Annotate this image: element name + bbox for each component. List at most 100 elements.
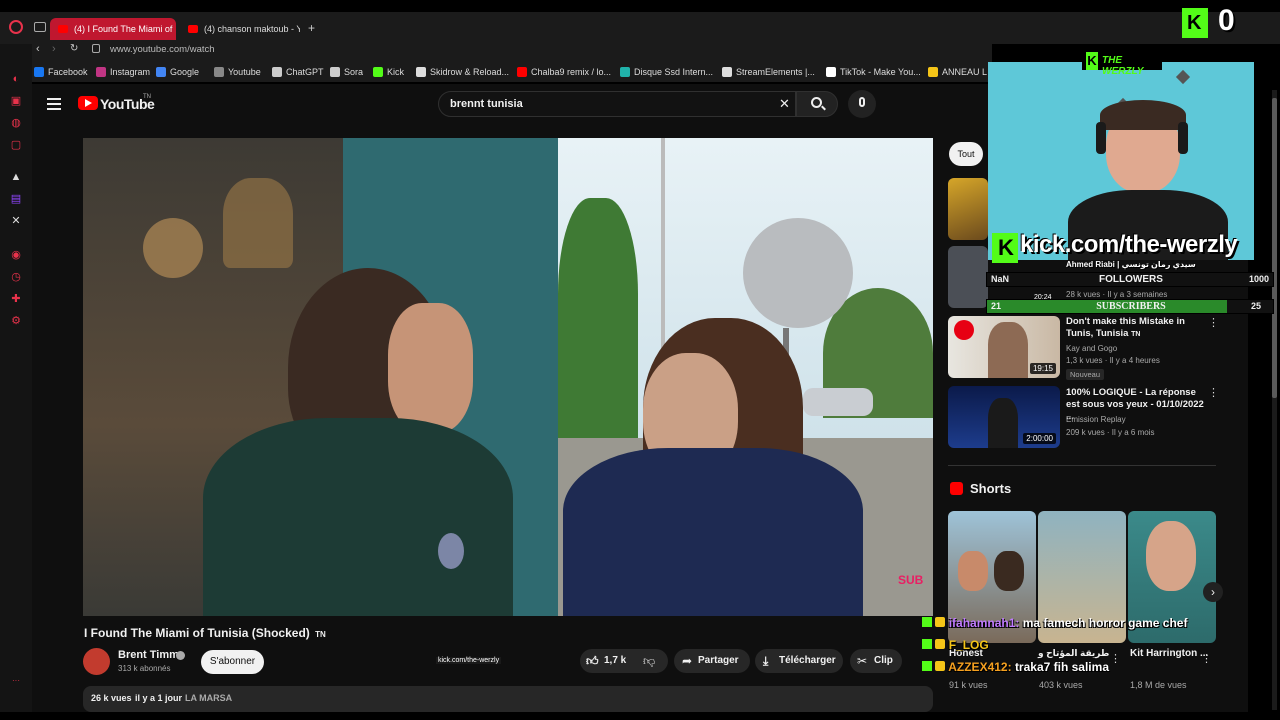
- scrollbar-thumb[interactable]: [1272, 98, 1277, 398]
- kick-url: kick.com/the-werzly: [1020, 231, 1238, 258]
- rec-channel: Ahmed Riabi | سيدي رمان تونسي: [1066, 260, 1196, 269]
- search-icon-handle: [821, 105, 826, 111]
- download-icon: ⤓: [763, 654, 769, 668]
- youtube-logo-icon[interactable]: [78, 96, 98, 110]
- verified-icon: [176, 651, 185, 660]
- sidebar-more-icon[interactable]: ···: [9, 674, 23, 688]
- microphone-icon: [859, 97, 865, 107]
- bookmark-item[interactable]: Skidrow & Reload...: [416, 66, 509, 79]
- video-player[interactable]: SUB: [83, 138, 933, 616]
- aria-icon[interactable]: ◐: [9, 72, 23, 86]
- short-views: 91 k vues: [949, 680, 988, 690]
- kick-logo-icon: K: [1182, 8, 1208, 38]
- short-title[interactable]: Kit Harrington ...: [1130, 648, 1208, 659]
- crown-badge-icon: [935, 661, 946, 671]
- bookmark-item[interactable]: ANNEAU L: [928, 66, 987, 79]
- rec-meta: 1,3 k vues · Il y a 4 heures: [1066, 356, 1160, 365]
- twitch-icon[interactable]: ▤: [9, 192, 23, 206]
- download-label: Télécharger: [779, 655, 836, 666]
- search-button[interactable]: [796, 91, 838, 117]
- thumb-down-icon[interactable]: 👎︎: [643, 654, 655, 669]
- subscribe-button[interactable]: S'abonner: [201, 650, 264, 674]
- new-tab-button[interactable]: +: [308, 21, 315, 35]
- url-field[interactable]: www.youtube.com/watch: [110, 44, 215, 55]
- more-options-icon[interactable]: ⋮: [1208, 386, 1219, 399]
- channel-name[interactable]: Brent Timm: [118, 649, 179, 661]
- history-icon[interactable]: ◷: [9, 270, 23, 284]
- scissors-icon: ✂: [857, 654, 868, 668]
- tab-manager-icon[interactable]: [34, 22, 46, 32]
- decoration-icon: [1175, 69, 1191, 85]
- rec-channel[interactable]: Kay and Gogo: [1066, 343, 1117, 355]
- page-scrollbar[interactable]: [1272, 90, 1277, 710]
- thumb-person: [988, 398, 1018, 448]
- channel-avatar[interactable]: [83, 648, 110, 675]
- opera-logo-icon[interactable]: [9, 20, 23, 34]
- short-views: 403 k vues: [1039, 680, 1083, 690]
- rec-thumbnail[interactable]: 19:15: [948, 316, 1060, 378]
- tunisia-flag-icon: [954, 320, 974, 340]
- description-box[interactable]: 26 k vues il y a 1 jour LA MARSA: [83, 686, 933, 712]
- shorts-next-icon[interactable]: ›: [1203, 582, 1223, 602]
- bookmark-item[interactable]: Instagram: [96, 66, 150, 79]
- bookmark-item[interactable]: Disque Ssd Intern...: [620, 66, 713, 79]
- extensions-icon[interactable]: ✚: [9, 292, 23, 306]
- more-options-icon[interactable]: ⋮: [1208, 316, 1219, 329]
- bookmark-item[interactable]: ChatGPT: [272, 66, 324, 79]
- clear-search-icon[interactable]: ✕: [779, 96, 790, 112]
- bookmark-item[interactable]: Google: [156, 66, 199, 79]
- player-icon[interactable]: ◉: [9, 248, 23, 262]
- share-button[interactable]: ➦ Partager: [674, 649, 750, 673]
- short-title[interactable]: طريقة المؤتاح و: [1038, 648, 1109, 659]
- tab-active[interactable]: (4) I Found The Miami of: [50, 18, 176, 40]
- workspace-icon[interactable]: ▣: [9, 94, 23, 108]
- tab-inactive[interactable]: (4) chanson maktoub - Yo: [180, 18, 300, 40]
- search-input[interactable]: brennt tunisia ✕: [438, 91, 796, 117]
- voice-search-button[interactable]: [848, 90, 876, 118]
- bookmark-favicon-icon: [416, 67, 426, 77]
- forward-arrow-icon[interactable]: ›: [52, 43, 56, 55]
- clip-button[interactable]: ✂ Clip: [850, 649, 902, 673]
- filter-chip-all[interactable]: Tout: [949, 142, 983, 166]
- rec-thumbnail[interactable]: [948, 178, 988, 240]
- bookmark-item[interactable]: StreamElements |...: [722, 66, 815, 79]
- bookmark-item[interactable]: Chalba9 remix / lo...: [517, 66, 611, 79]
- subscribe-watermark[interactable]: SUB: [898, 573, 923, 587]
- x-icon[interactable]: ✕: [9, 214, 23, 228]
- sidebar-app-icon[interactable]: ▲: [9, 170, 23, 184]
- bookmark-item[interactable]: Sora: [330, 66, 363, 79]
- subscribers-goal: 25: [1250, 301, 1261, 311]
- reload-icon[interactable]: ↻: [70, 43, 78, 54]
- video-man-shirt: [203, 418, 513, 616]
- rec-thumbnail[interactable]: [948, 246, 988, 308]
- subscriber-count: 313 k abonnés: [118, 664, 171, 673]
- back-arrow-icon[interactable]: ‹: [36, 43, 40, 55]
- view-count: 26 k vues: [91, 693, 132, 703]
- instagram-icon[interactable]: ▢: [9, 138, 23, 152]
- settings-icon[interactable]: ⚙: [9, 314, 23, 328]
- rec-duration: 2:00:00: [1023, 433, 1056, 444]
- menu-icon[interactable]: [47, 98, 61, 110]
- more-options-icon[interactable]: ⋮: [1110, 652, 1121, 665]
- bookmark-item[interactable]: TikTok - Make You...: [826, 66, 921, 79]
- bookmark-label: Skidrow & Reload...: [430, 67, 510, 77]
- headset-icon: [1178, 122, 1188, 154]
- upload-age: il y a 1 jour: [135, 693, 183, 703]
- rec-meta: 209 k vues · Il y a 6 mois: [1066, 428, 1155, 437]
- more-options-icon[interactable]: ⋮: [1201, 652, 1212, 665]
- messenger-icon[interactable]: ◍: [9, 116, 23, 130]
- bookmark-label: Facebook: [48, 67, 88, 77]
- video-woman-dress: [563, 448, 863, 616]
- rec-channel[interactable]: Emission Replay: [1066, 414, 1126, 426]
- download-button[interactable]: ⤓ Télécharger: [755, 649, 843, 673]
- bookmark-favicon-icon: [620, 67, 630, 77]
- chat-user: ifahamnah1:: [948, 616, 1020, 630]
- bookmark-item[interactable]: Kick: [373, 66, 404, 79]
- video-location[interactable]: LA MARSA: [185, 693, 232, 703]
- rec-title[interactable]: Don't make this Mistake in Tunis, Tunisi…: [1066, 316, 1206, 341]
- divider: [948, 465, 1216, 466]
- bookmark-item[interactable]: Youtube: [214, 66, 261, 79]
- bookmark-item[interactable]: Facebook: [34, 66, 88, 79]
- video-car: [803, 388, 873, 416]
- rec-thumbnail[interactable]: 2:00:00: [948, 386, 1060, 448]
